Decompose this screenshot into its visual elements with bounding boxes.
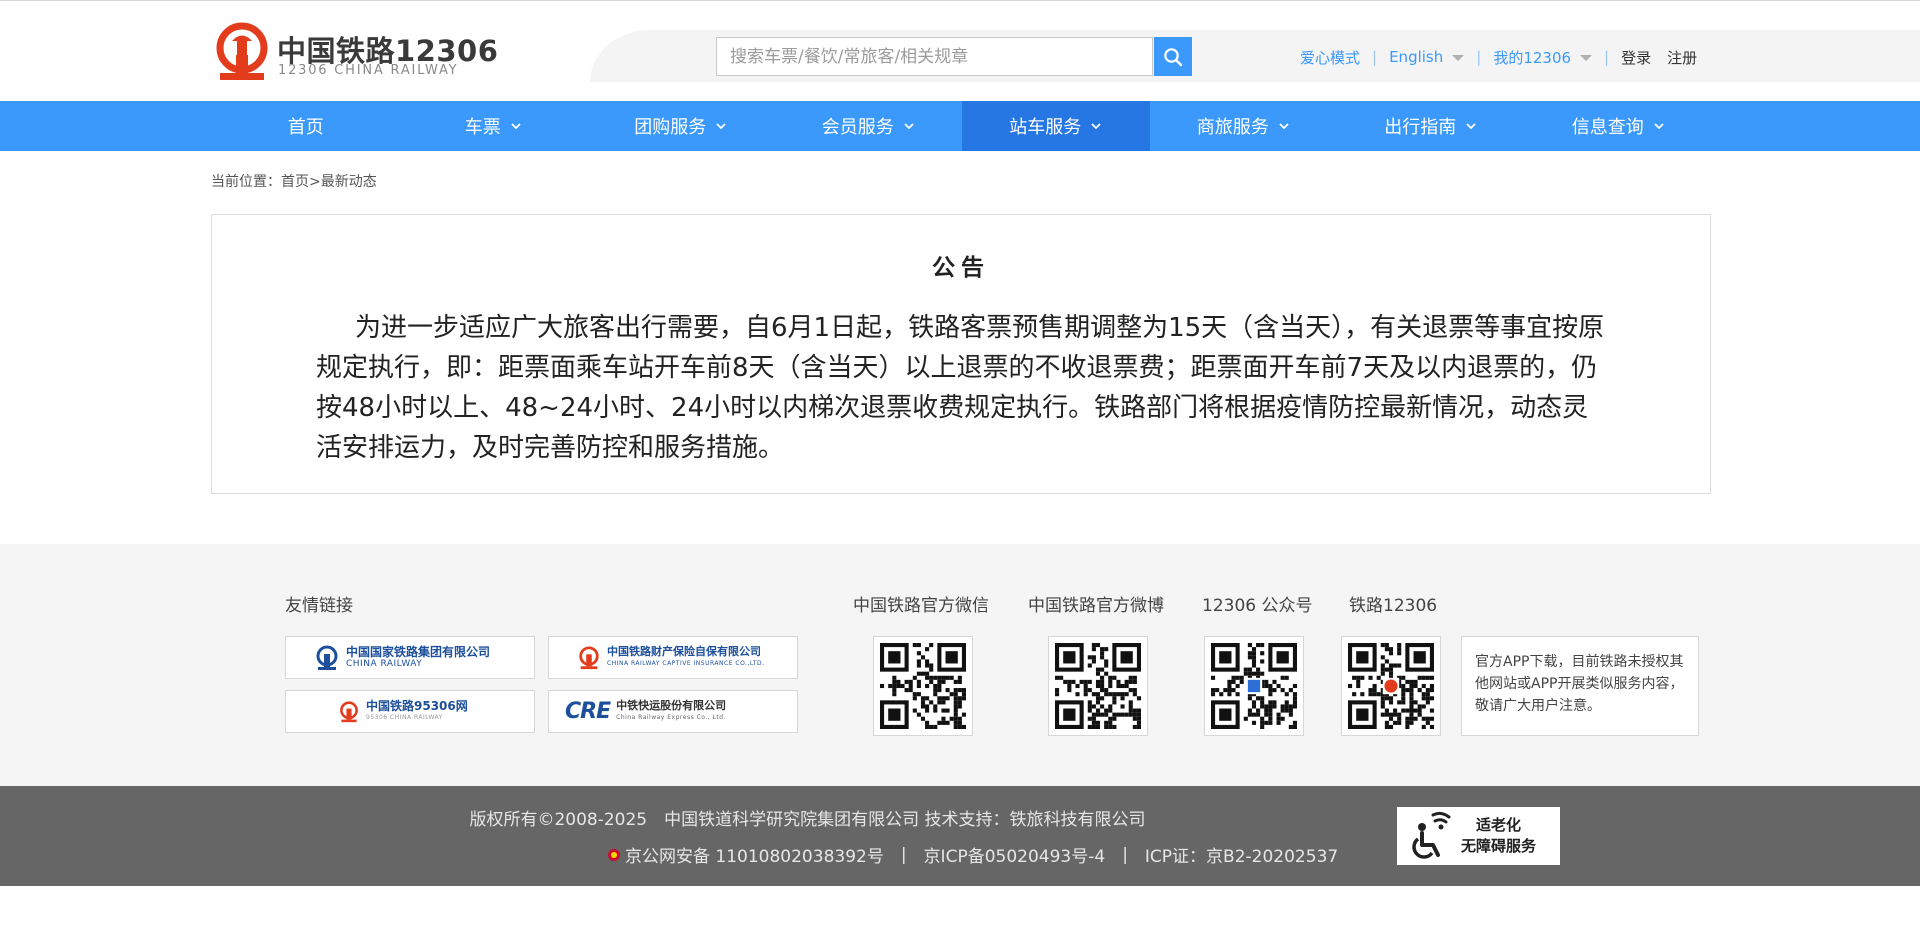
- nav-item-label: 商旅服务: [1196, 117, 1269, 138]
- app-download-note: 官方APP下载，目前铁路未授权其他网站或APP开展类似服务内容，敬请广大用户注意…: [1461, 636, 1699, 736]
- copyright-bar: 版权所有©2008-2025 中国铁道科学研究院集团有限公司 技术支持：铁旅科技…: [0, 786, 1920, 886]
- english-label: English: [1389, 48, 1444, 66]
- nav-item-home[interactable]: 首页: [212, 101, 400, 151]
- partner-sub: 95306 CHINA RAILWAY: [366, 713, 443, 721]
- nav-item-business[interactable]: 商旅服务: [1150, 101, 1338, 151]
- breadcrumb-prefix: 当前位置：: [211, 174, 281, 190]
- qr-code-icon: [1211, 643, 1297, 729]
- logo[interactable]: 中国铁路12306 12306 CHINA RAILWAY: [211, 21, 498, 83]
- partner-name: 中国铁路财产保险自保有限公司: [607, 644, 761, 658]
- breadcrumb-current[interactable]: 最新动态: [321, 174, 377, 190]
- partner-95306[interactable]: 中国铁路95306网 95306 CHINA RAILWAY: [285, 690, 535, 733]
- qr-label-weibo: 中国铁路官方微博: [1028, 596, 1164, 616]
- search-button[interactable]: [1154, 37, 1192, 76]
- notice-panel: 公告 为进一步适应广大旅客出行需要，自6月1日起，铁路客票预售期调整为15天（含…: [211, 214, 1711, 494]
- search-input[interactable]: [717, 38, 1154, 75]
- cre-logo: CRE: [565, 699, 611, 724]
- china-railway-logo-icon: [216, 22, 268, 80]
- chevron-down-icon: [1654, 123, 1664, 130]
- breadcrumb-separator: >: [309, 174, 321, 190]
- chevron-down-icon: [716, 123, 726, 130]
- breadcrumb: 当前位置：首页>最新动态: [211, 171, 377, 191]
- chevron-down-icon: [1091, 123, 1101, 130]
- nav-item-label: 首页: [287, 117, 324, 138]
- register-link[interactable]: 注册: [1667, 47, 1697, 68]
- partner-insurance[interactable]: 中国铁路财产保险自保有限公司 CHINA RAILWAY CAPTIVE INS…: [548, 636, 798, 679]
- my12306-label: 我的12306: [1493, 48, 1572, 67]
- qr-label-app: 铁路12306: [1349, 596, 1438, 616]
- separator: |: [1122, 844, 1128, 865]
- icp-line: 京公网安备 11010802038392号 | 京ICP备05020493号-4…: [607, 842, 1338, 867]
- separator: |: [1604, 48, 1610, 66]
- header: 中国铁路12306 12306 CHINA RAILWAY 爱心模式 | Eng…: [0, 1, 1920, 100]
- partner-name: 中国国家铁路集团有限公司: [346, 644, 491, 659]
- badge-line1: 适老化: [1476, 816, 1522, 834]
- qr-label-official-account: 12306 公众号: [1202, 596, 1313, 616]
- accessibility-badge[interactable]: 适老化 无障碍服务: [1397, 807, 1560, 865]
- partner-sub: CHINA RAILWAY: [346, 658, 423, 669]
- nav-item-group[interactable]: 团购服务: [587, 101, 775, 151]
- partner-sub: China Railway Express Co., Ltd.: [616, 713, 726, 721]
- breadcrumb-home[interactable]: 首页: [281, 174, 309, 190]
- qr-code-icon: [1348, 643, 1434, 729]
- qr-app[interactable]: [1341, 636, 1441, 736]
- chevron-down-icon: [904, 123, 914, 130]
- qr-label-wechat: 中国铁路官方微信: [853, 596, 989, 616]
- qr-weibo[interactable]: [1048, 636, 1148, 736]
- nav-item-tickets[interactable]: 车票: [400, 101, 588, 151]
- separator: |: [900, 844, 907, 865]
- qr-code-icon: [1055, 643, 1141, 729]
- nav-item-label: 车票: [464, 117, 501, 138]
- chevron-down-icon: [511, 123, 521, 130]
- partner-name: 中国铁路95306网: [366, 698, 468, 713]
- my12306-dropdown[interactable]: 我的12306: [1493, 47, 1593, 68]
- friend-links-title: 友情链接: [285, 596, 353, 616]
- care-mode-link[interactable]: 爱心模式: [1300, 47, 1360, 68]
- separator: |: [1476, 48, 1482, 66]
- nav-item-label: 出行指南: [1384, 117, 1457, 138]
- search-icon: [1164, 47, 1183, 66]
- police-emblem-icon: [608, 848, 620, 861]
- separator: |: [1372, 48, 1378, 66]
- chevron-down-icon: [1466, 123, 1476, 130]
- partner-cre[interactable]: CRE 中铁快运股份有限公司 China Railway Express Co.…: [548, 690, 798, 733]
- icp-record[interactable]: 京ICP备05020493号-4: [924, 842, 1106, 867]
- top-links: 爱心模式 | English | 我的12306 | 登录 注册: [1300, 45, 1697, 69]
- qr-official-account[interactable]: [1204, 636, 1304, 736]
- china-railway-logo-icon: [316, 645, 338, 670]
- partner-sub: CHINA RAILWAY CAPTIVE INSURANCE CO.,LTD.: [607, 659, 765, 667]
- copyright-text: 版权所有©2008-2025 中国铁道科学研究院集团有限公司 技术支持：铁旅科技…: [469, 810, 1146, 830]
- railway-logo-icon: [579, 645, 599, 669]
- caret-down-icon: [1452, 54, 1465, 61]
- friend-links-section: 友情链接 中国国家铁路集团有限公司 CHINA RAILWAY 中国铁路财产保险…: [0, 544, 1920, 786]
- nav-item-member[interactable]: 会员服务: [775, 101, 963, 151]
- main-nav: 首页 车票 团购服务 会员服务 站车服务 商旅服务 出行指南 信息查询: [0, 101, 1920, 151]
- notice-body: 为进一步适应广大旅客出行需要，自6月1日起，铁路客票预售期调整为15天（含当天）…: [316, 313, 1605, 463]
- caret-down-icon: [1580, 55, 1593, 61]
- badge-line2: 无障碍服务: [1461, 837, 1537, 855]
- qr-code-icon: [880, 643, 966, 729]
- nav-item-label: 团购服务: [634, 117, 707, 138]
- nav-item-label: 会员服务: [821, 117, 894, 138]
- nav-item-station[interactable]: 站车服务: [962, 101, 1150, 151]
- english-dropdown[interactable]: English: [1389, 48, 1465, 66]
- login-link[interactable]: 登录: [1621, 47, 1651, 68]
- partner-china-railway[interactable]: 中国国家铁路集团有限公司 CHINA RAILWAY: [285, 636, 535, 679]
- nav-item-info[interactable]: 信息查询: [1525, 101, 1713, 151]
- nav-items: 首页 车票 团购服务 会员服务 站车服务 商旅服务 出行指南 信息查询: [212, 101, 1712, 151]
- icp-certificate[interactable]: ICP证：京B2-20202537: [1145, 842, 1338, 867]
- search-box: [716, 37, 1154, 76]
- logo-subtitle: 12306 CHINA RAILWAY: [278, 63, 459, 78]
- partner-name: 中铁快运股份有限公司: [616, 698, 727, 712]
- nav-item-label: 信息查询: [1571, 117, 1644, 138]
- nav-item-label: 站车服务: [1009, 117, 1082, 138]
- notice-title: 公告: [932, 255, 990, 281]
- chevron-down-icon: [1279, 123, 1289, 130]
- railway-logo-icon: [340, 700, 358, 722]
- qr-wechat[interactable]: [873, 636, 973, 736]
- accessibility-icon: [1412, 811, 1451, 859]
- police-record[interactable]: 京公网安备 11010802038392号: [625, 842, 884, 867]
- nav-item-guide[interactable]: 出行指南: [1337, 101, 1525, 151]
